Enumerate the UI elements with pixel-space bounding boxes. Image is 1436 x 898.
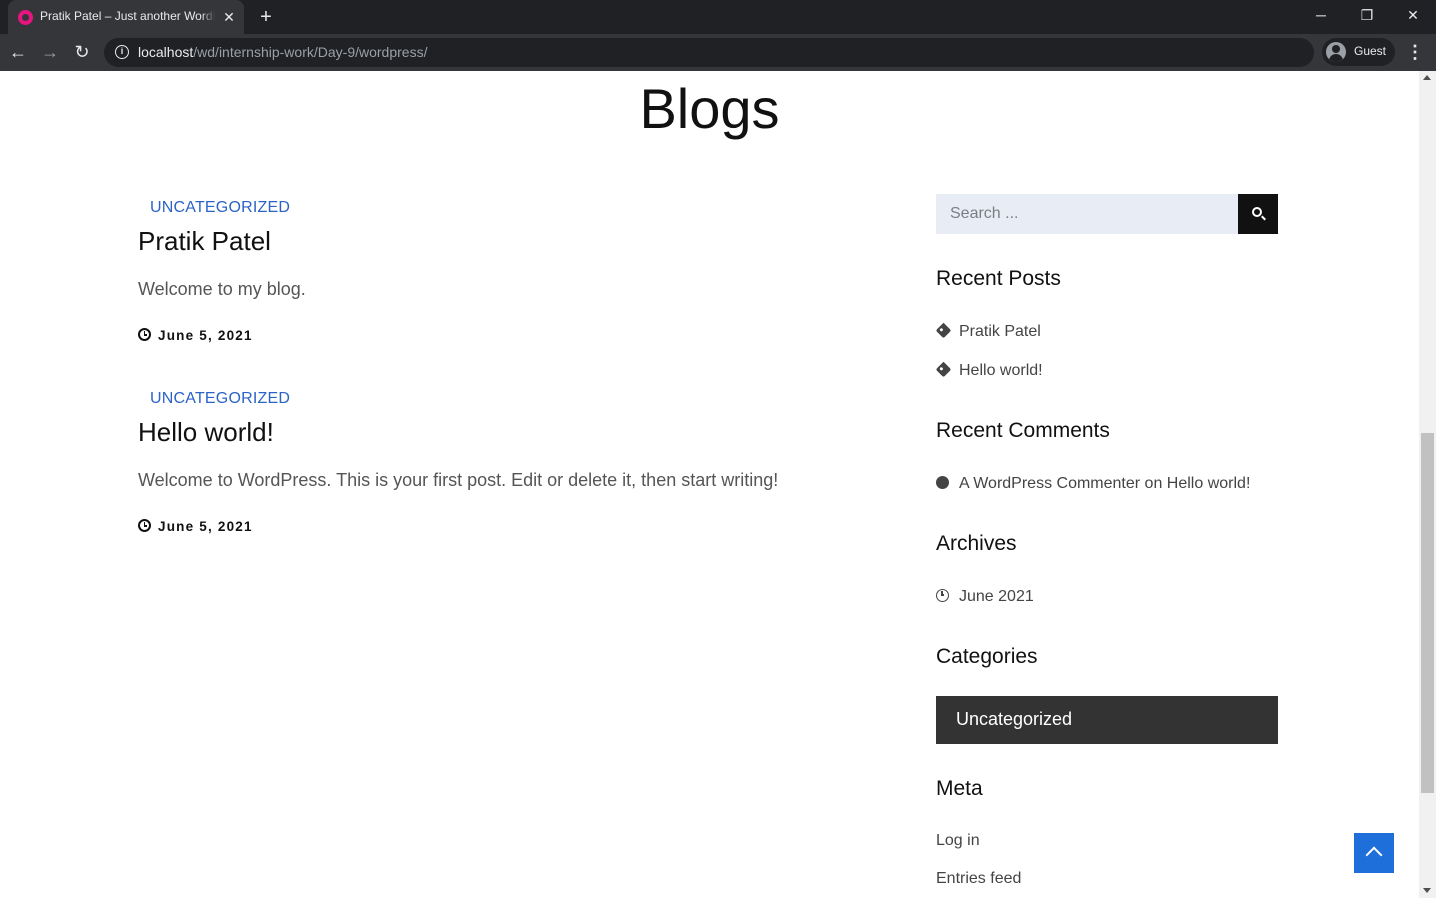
- minimize-icon[interactable]: ─: [1311, 4, 1331, 26]
- post-date: June 5, 2021: [138, 519, 253, 534]
- archive-link[interactable]: June 2021: [959, 588, 1034, 605]
- post-title[interactable]: Hello world!: [138, 417, 274, 448]
- tab-close-icon[interactable]: ✕: [221, 8, 237, 26]
- post-title[interactable]: Pratik Patel: [138, 226, 271, 257]
- back-to-top-button[interactable]: [1354, 833, 1394, 873]
- login-link[interactable]: Log in: [936, 832, 980, 849]
- post-excerpt: Welcome to WordPress. This is your first…: [138, 470, 779, 490]
- recent-posts-title: Recent Posts: [936, 267, 1061, 290]
- entries-feed-link[interactable]: Entries feed: [936, 870, 1021, 887]
- recent-comments-title: Recent Comments: [936, 419, 1110, 442]
- back-icon[interactable]: ←: [6, 40, 30, 64]
- url-text: localhost/wd/internship-work/Day-9/wordp…: [138, 44, 427, 60]
- bullet-icon: [936, 476, 949, 489]
- page-scrollbar[interactable]: [1419, 71, 1436, 898]
- category-link[interactable]: Uncategorized: [956, 709, 1072, 730]
- address-bar[interactable]: i localhost/wd/internship-work/Day-9/wor…: [104, 38, 1314, 67]
- clock-icon: [936, 589, 949, 602]
- search-button[interactable]: [1238, 194, 1278, 234]
- recent-post-item: Pratik Patel: [935, 322, 1041, 341]
- reload-icon[interactable]: ↻: [70, 40, 94, 64]
- recent-post-link[interactable]: Pratik Patel: [959, 323, 1041, 340]
- meta-item: Log in: [936, 832, 980, 850]
- meta-title: Meta: [936, 777, 983, 800]
- avatar-icon: [1326, 42, 1346, 62]
- clock-icon: [138, 519, 151, 532]
- tab-title: Pratik Patel – Just another WordPress si…: [40, 9, 215, 25]
- archive-item: June 2021: [936, 588, 1034, 606]
- recent-comment-item: A WordPress Commenter on Hello world!: [936, 475, 1250, 493]
- scroll-down-icon[interactable]: [1423, 888, 1431, 893]
- new-tab-button[interactable]: +: [256, 6, 276, 28]
- forward-icon[interactable]: →: [38, 40, 62, 64]
- search-icon: [1252, 207, 1262, 217]
- comment-connector: on: [1144, 475, 1163, 492]
- post-date-text[interactable]: June 5, 2021: [158, 328, 253, 343]
- search-input[interactable]: [936, 194, 1238, 234]
- tag-icon: [935, 322, 952, 339]
- meta-item: Entries feed: [936, 870, 1021, 888]
- site-info-icon[interactable]: i: [115, 45, 129, 59]
- post-category-link[interactable]: UNCATEGORIZED: [150, 199, 290, 217]
- window-close-icon[interactable]: ✕: [1403, 4, 1423, 26]
- browser-tab[interactable]: Pratik Patel – Just another WordPress si…: [8, 0, 244, 34]
- profile-label: Guest: [1354, 44, 1387, 58]
- scrollbar-thumb[interactable]: [1421, 433, 1434, 793]
- browser-tab-bar: Pratik Patel – Just another WordPress si…: [0, 0, 1436, 34]
- categories-title: Categories: [936, 645, 1038, 668]
- recent-post-item: Hello world!: [935, 361, 1043, 380]
- category-item[interactable]: Uncategorized: [936, 696, 1278, 744]
- browser-menu-icon[interactable]: ⋮: [1406, 40, 1424, 64]
- recent-post-link[interactable]: Hello world!: [959, 362, 1043, 379]
- page-title: Blogs: [639, 77, 780, 140]
- site-favicon-icon: [18, 10, 33, 25]
- archives-title: Archives: [936, 532, 1017, 555]
- scroll-up-icon[interactable]: [1423, 75, 1431, 80]
- restore-icon[interactable]: ❐: [1357, 4, 1377, 26]
- url-path: /wd/internship-work/Day-9/wordpress/: [193, 44, 428, 60]
- search-form: [936, 194, 1278, 234]
- browser-toolbar: ← → ↻ i localhost/wd/internship-work/Day…: [0, 34, 1436, 71]
- post-category-link[interactable]: UNCATEGORIZED: [150, 390, 290, 408]
- post-date-text[interactable]: June 5, 2021: [158, 519, 253, 534]
- comment-author-link[interactable]: A WordPress Commenter: [959, 475, 1140, 492]
- comment-post-link[interactable]: Hello world!: [1167, 475, 1251, 492]
- url-host: localhost: [138, 44, 194, 60]
- tag-icon: [935, 361, 952, 378]
- post-excerpt: Welcome to my blog.: [138, 279, 306, 299]
- clock-icon: [138, 328, 151, 341]
- profile-button[interactable]: Guest: [1322, 38, 1395, 66]
- post-date: June 5, 2021: [138, 328, 253, 343]
